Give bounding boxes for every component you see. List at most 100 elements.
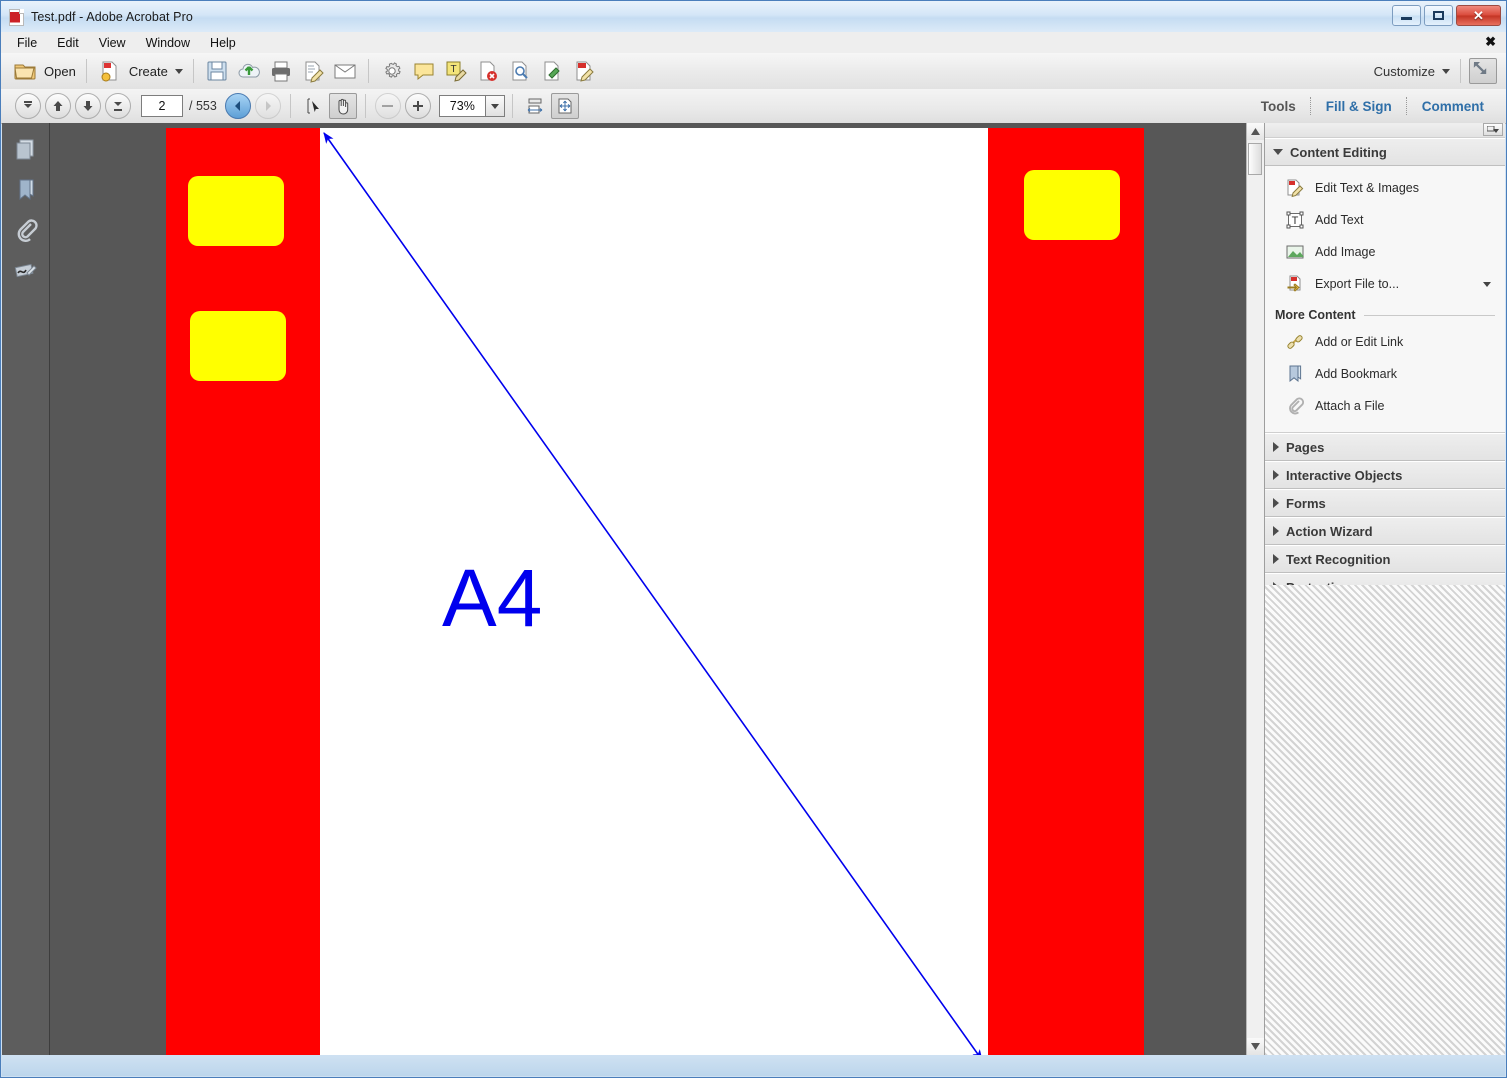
open-button[interactable]: Open xyxy=(9,56,79,86)
email-button[interactable] xyxy=(329,56,361,86)
last-page-button[interactable] xyxy=(105,93,131,119)
menu-item-edit[interactable]: Edit xyxy=(47,34,89,52)
navigation-rail xyxy=(2,123,50,1055)
panel-item-attach-a-file[interactable]: Attach a File xyxy=(1265,390,1505,422)
panel-empty-area xyxy=(1265,585,1505,1055)
scroll-down-button[interactable] xyxy=(1247,1038,1264,1055)
panel-item-add-bookmark[interactable]: Add Bookmark xyxy=(1265,358,1505,390)
title-bar: Test.pdf - Adobe Acrobat Pro ✕ xyxy=(1,1,1506,32)
toolbar-separator xyxy=(192,59,194,83)
fullscreen-button[interactable] xyxy=(1469,58,1497,84)
section-header-text-recognition[interactable]: Text Recognition xyxy=(1265,545,1505,573)
section-header-content-editing[interactable]: Content Editing xyxy=(1265,138,1505,166)
document-close-icon[interactable]: ✖ xyxy=(1485,34,1496,50)
zoom-out-icon xyxy=(382,105,394,107)
first-page-button[interactable] xyxy=(15,93,41,119)
section-title: Action Wizard xyxy=(1286,523,1373,539)
fit-width-button[interactable] xyxy=(521,93,549,119)
settings-button[interactable] xyxy=(376,56,408,86)
section-title: Forms xyxy=(1286,495,1326,511)
panel-item-label: Add Bookmark xyxy=(1315,367,1397,381)
zoom-dropdown-button[interactable] xyxy=(484,95,505,117)
save-button[interactable] xyxy=(201,56,233,86)
panel-item-label: Add Image xyxy=(1315,245,1376,259)
menu-item-view[interactable]: View xyxy=(89,34,136,52)
export-button[interactable] xyxy=(536,56,568,86)
menu-item-help[interactable]: Help xyxy=(200,34,246,52)
section-header-pages[interactable]: Pages xyxy=(1265,433,1505,461)
zoom-in-button[interactable] xyxy=(404,93,431,119)
more-content-header: More Content xyxy=(1265,300,1505,326)
page-number-input[interactable]: 2 xyxy=(141,95,183,117)
hand-tool-button[interactable] xyxy=(328,93,357,119)
panel-item-add-text[interactable]: T Add Text xyxy=(1265,204,1505,236)
upload-button[interactable] xyxy=(233,56,265,86)
email-icon xyxy=(332,58,358,84)
page-navigation-toolbar: 2 / 553 73% Tools Fill & Sign Comment xyxy=(1,89,1506,124)
page-thumbnails-icon[interactable] xyxy=(13,137,39,163)
forward-button[interactable] xyxy=(254,93,281,119)
panel-item-edit-text-images[interactable]: Edit Text & Images xyxy=(1265,172,1505,204)
expand-arrows-icon xyxy=(1470,58,1496,84)
window-title: Test.pdf - Adobe Acrobat Pro xyxy=(31,9,193,24)
bookmarks-icon[interactable] xyxy=(13,177,39,203)
document-scrollbar[interactable] xyxy=(1246,123,1265,1055)
open-label: Open xyxy=(44,63,76,79)
scrollbar-thumb[interactable] xyxy=(1248,143,1262,175)
zoom-out-button[interactable] xyxy=(374,93,401,119)
menu-item-file[interactable]: File xyxy=(7,34,47,52)
tab-tools[interactable]: Tools xyxy=(1247,99,1310,114)
gear-icon xyxy=(379,58,405,84)
section-header-action-wizard[interactable]: Action Wizard xyxy=(1265,517,1505,545)
panel-item-add-or-edit-link[interactable]: Add or Edit Link xyxy=(1265,326,1505,358)
section-header-forms[interactable]: Forms xyxy=(1265,489,1505,517)
create-button[interactable]: Create xyxy=(94,56,186,86)
delete-page-button[interactable] xyxy=(472,56,504,86)
panel-top-bar xyxy=(1265,123,1505,138)
select-tool-button[interactable] xyxy=(299,93,327,119)
paperclip-icon xyxy=(1285,396,1305,416)
tab-fill-and-sign[interactable]: Fill & Sign xyxy=(1312,99,1406,114)
acrobat-window: Test.pdf - Adobe Acrobat Pro ✕ File Edit… xyxy=(0,0,1507,1078)
previous-page-button[interactable] xyxy=(45,93,71,119)
tab-comment[interactable]: Comment xyxy=(1408,99,1498,114)
export-file-icon xyxy=(1285,274,1305,294)
toolbar-separator xyxy=(289,94,291,118)
panel-item-export-file-to[interactable]: Export File to... xyxy=(1265,268,1505,300)
chevron-down-icon xyxy=(1273,149,1283,155)
highlight-text-icon: T xyxy=(443,58,469,84)
comment-button[interactable] xyxy=(408,56,440,86)
page-text-a4: A4 xyxy=(442,553,543,644)
main-toolbar: Open Create T Customize xyxy=(1,53,1506,90)
panel-item-label: Export File to... xyxy=(1315,277,1400,291)
maximize-button[interactable] xyxy=(1424,5,1453,26)
attachments-icon[interactable] xyxy=(13,217,39,243)
status-bar xyxy=(2,1055,1505,1076)
edit-text-button[interactable] xyxy=(568,56,600,86)
bookmark-icon xyxy=(1285,364,1305,384)
print-button[interactable] xyxy=(265,56,297,86)
next-page-button[interactable] xyxy=(75,93,101,119)
document-viewport[interactable]: A4 xyxy=(50,123,1246,1055)
section-title: Interactive Objects xyxy=(1286,467,1403,483)
signatures-icon[interactable] xyxy=(13,257,39,283)
customize-button[interactable]: Customize xyxy=(1365,56,1453,86)
fit-page-button[interactable] xyxy=(550,93,579,119)
scroll-up-button[interactable] xyxy=(1247,123,1264,140)
close-button[interactable]: ✕ xyxy=(1456,5,1501,26)
chevron-right-icon xyxy=(1273,526,1279,536)
section-header-interactive-objects[interactable]: Interactive Objects xyxy=(1265,461,1505,489)
find-button[interactable] xyxy=(504,56,536,86)
back-button[interactable] xyxy=(224,93,251,119)
panel-item-add-image[interactable]: Add Image xyxy=(1265,236,1505,268)
highlight-button[interactable]: T xyxy=(440,56,472,86)
zoom-level-input[interactable]: 73% xyxy=(438,95,485,117)
sign-button[interactable] xyxy=(297,56,329,86)
comment-bubble-icon xyxy=(411,58,437,84)
chevron-down-icon[interactable] xyxy=(1483,281,1491,287)
menu-item-window[interactable]: Window xyxy=(136,34,200,52)
section-title: Pages xyxy=(1286,439,1325,455)
panel-options-icon[interactable] xyxy=(1483,123,1503,136)
edit-text-icon xyxy=(571,58,597,84)
minimize-button[interactable] xyxy=(1392,5,1421,26)
